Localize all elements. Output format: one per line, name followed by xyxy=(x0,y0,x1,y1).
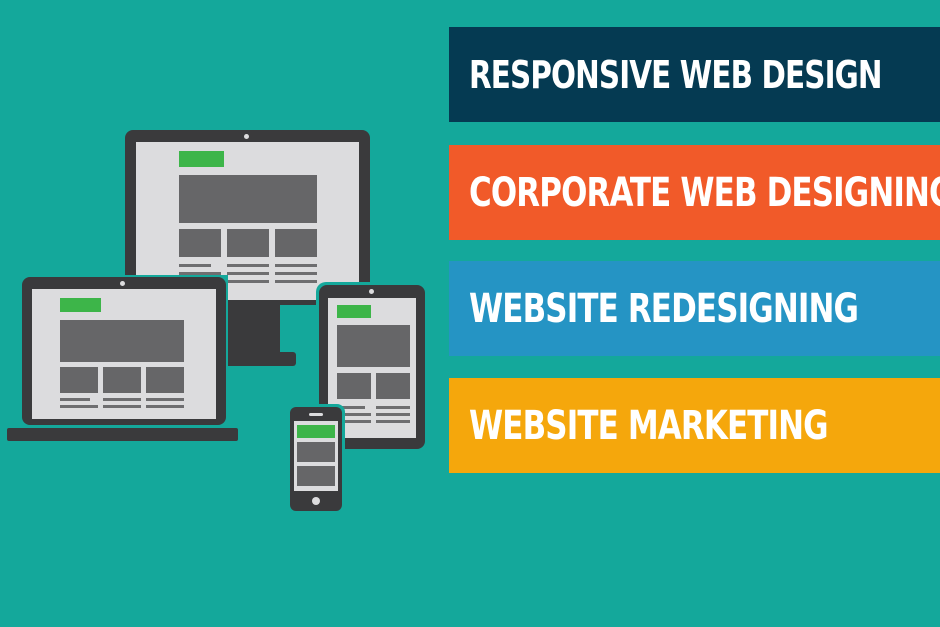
text-line xyxy=(103,398,141,401)
screen-tile xyxy=(103,367,141,393)
screen-block xyxy=(297,466,335,486)
text-line xyxy=(227,280,269,283)
screen-tile xyxy=(60,367,98,393)
text-line xyxy=(146,398,184,401)
phone-frame xyxy=(290,407,342,511)
screen-button xyxy=(179,151,224,167)
service-label: CORPORATE WEB DESIGNING xyxy=(469,169,940,216)
text-line xyxy=(60,405,98,408)
service-banner-redesigning[interactable]: WEBSITE REDESIGNING xyxy=(449,261,940,356)
text-line xyxy=(275,272,317,275)
text-line xyxy=(60,398,90,401)
laptop-base xyxy=(7,428,238,441)
screen-block xyxy=(297,442,335,462)
laptop-screen xyxy=(32,289,216,419)
service-banner-marketing[interactable]: WEBSITE MARKETING xyxy=(449,378,940,473)
screen-tile xyxy=(227,229,269,257)
camera-dot xyxy=(120,281,125,286)
text-line xyxy=(146,405,184,408)
service-label: WEBSITE MARKETING xyxy=(469,402,829,449)
camera-dot xyxy=(244,134,249,139)
service-label: RESPONSIVE WEB DESIGN xyxy=(469,52,883,97)
screen-tile xyxy=(376,373,410,399)
service-banner-corporate[interactable]: CORPORATE WEB DESIGNING xyxy=(449,145,940,240)
screen-hero-block xyxy=(337,325,410,367)
screen-hero-block xyxy=(60,320,184,362)
text-line xyxy=(179,264,211,267)
text-line xyxy=(103,405,141,408)
phone-screen xyxy=(294,421,338,491)
laptop-lid xyxy=(22,277,226,425)
speaker-slot xyxy=(309,413,323,416)
text-line xyxy=(275,264,317,267)
text-line xyxy=(227,272,269,275)
screen-button xyxy=(297,425,335,438)
screen-tile xyxy=(275,229,317,257)
screen-button xyxy=(60,298,101,312)
hero-illustration: RESPONSIVE WEB DESIGN CORPORATE WEB DESI… xyxy=(0,0,940,627)
service-label: WEBSITE REDESIGNING xyxy=(469,285,859,332)
camera-dot xyxy=(369,289,374,294)
screen-button xyxy=(337,305,371,318)
text-line xyxy=(376,420,410,423)
monitor-neck xyxy=(228,305,280,355)
text-line xyxy=(376,406,410,409)
text-line xyxy=(227,264,269,267)
screen-tile xyxy=(337,373,371,399)
screen-tile xyxy=(146,367,184,393)
text-line xyxy=(275,280,317,283)
service-banner-responsive[interactable]: RESPONSIVE WEB DESIGN xyxy=(449,27,940,122)
screen-hero-block xyxy=(179,175,317,223)
home-button-icon xyxy=(312,497,320,505)
screen-tile xyxy=(179,229,221,257)
text-line xyxy=(376,413,410,416)
